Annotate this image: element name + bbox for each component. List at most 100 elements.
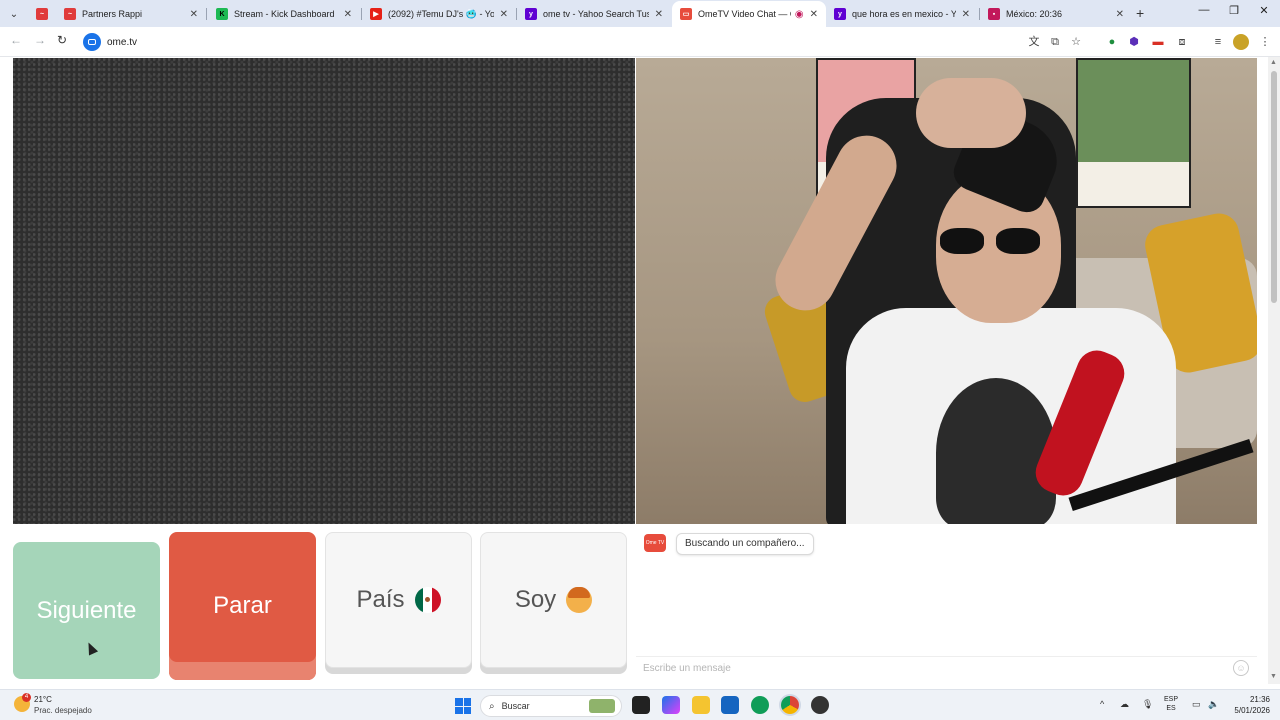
emoji-icon[interactable]: ☺: [1233, 660, 1249, 676]
scroll-up-icon[interactable]: ▲: [1270, 59, 1277, 66]
obs-icon[interactable]: [811, 696, 829, 714]
reload-icon[interactable]: ↻: [57, 33, 67, 47]
store-icon[interactable]: [721, 696, 739, 714]
tab-close-icon[interactable]: ✕: [344, 9, 352, 20]
tab-close-icon[interactable]: ✕: [810, 9, 818, 20]
tab-partners-rappi[interactable]: ~ Partners Rappi ✕: [56, 1, 206, 27]
bookmark-star-icon[interactable]: ☆: [1068, 34, 1084, 50]
poster-right: [1076, 58, 1191, 208]
browser-menu-icon[interactable]: ⋮: [1257, 34, 1273, 50]
show-hidden-icons-icon[interactable]: ^: [1100, 699, 1104, 709]
notification-badge: 4: [22, 693, 31, 702]
next-button[interactable]: Siguiente: [13, 542, 160, 679]
translate-icon[interactable]: 文: [1026, 34, 1042, 50]
tab-search-chevron-icon[interactable]: ⌄: [4, 4, 24, 24]
tab-close-icon[interactable]: ✕: [500, 9, 508, 20]
url-text: ome.tv: [107, 36, 138, 48]
rappi-icon: ~: [36, 8, 48, 20]
reading-list-icon[interactable]: ≡: [1210, 34, 1226, 50]
next-button-label: Siguiente: [36, 596, 137, 624]
country-button[interactable]: País: [325, 532, 472, 668]
weather-temperature[interactable]: 21°C: [34, 695, 52, 704]
windows-start-icon[interactable]: [455, 698, 471, 714]
onedrive-icon[interactable]: ☁: [1120, 699, 1129, 710]
extensions-puzzle-icon[interactable]: ⧈: [1174, 34, 1190, 50]
site-info-icon[interactable]: [83, 33, 101, 51]
ometv-icon: ▭: [680, 8, 692, 20]
tab-title: Partners Rappi: [82, 9, 143, 19]
recording-icon: ◉: [794, 8, 804, 20]
chat-panel: Ome TV Buscando un compañero... ☺: [636, 525, 1257, 682]
gender-button-label: Soy: [514, 586, 557, 613]
self-camera-video: [636, 58, 1257, 524]
tab-mexico-time[interactable]: ▪ México: 20:36 ✕: [980, 1, 1132, 27]
red-extension-icon[interactable]: ▬: [1150, 34, 1166, 50]
language-indicator[interactable]: ESP ES: [1164, 695, 1178, 713]
taskbar-search[interactable]: ⌕ Buscar: [480, 695, 622, 717]
person-hand: [916, 78, 1026, 148]
chrome-icon[interactable]: [781, 696, 799, 714]
minimize-icon[interactable]: —: [1190, 4, 1218, 16]
boy-face-icon: [566, 587, 593, 613]
page-scrollbar[interactable]: ▲ ▼: [1268, 57, 1280, 684]
profile-avatar[interactable]: [1233, 34, 1249, 50]
keyboard-layout: ES: [1166, 705, 1176, 712]
rappi-icon: ~: [64, 8, 76, 20]
scrollbar-thumb[interactable]: [1271, 71, 1277, 303]
browser-toolbar: ← → ↻ ome.tv 文 ⧉ ☆ ● ⬢ ▬ ⧈ ≡ ⋮: [0, 27, 1280, 57]
system-clock[interactable]: 21:36 5/01/2026: [1228, 694, 1270, 716]
new-tab-icon[interactable]: +: [1136, 5, 1144, 21]
stop-button-label: Parar: [213, 592, 272, 619]
address-bar[interactable]: ome.tv: [80, 30, 1092, 54]
search-highlight-icon: [589, 699, 615, 713]
chat-message-input[interactable]: [636, 656, 1257, 680]
file-explorer-icon[interactable]: [692, 696, 710, 714]
forward-icon[interactable]: →: [34, 33, 46, 47]
clock-time: 21:36: [1249, 695, 1270, 704]
stop-button[interactable]: Parar: [169, 532, 316, 680]
install-app-icon[interactable]: ⧉: [1047, 34, 1063, 50]
taskbar-search-label: Buscar: [501, 701, 530, 711]
chat-status-message: Buscando un compañero...: [676, 533, 814, 555]
kick-icon: K: [216, 8, 228, 20]
shield-extension-icon[interactable]: ⬢: [1126, 34, 1142, 50]
maximize-icon[interactable]: ❐: [1220, 4, 1248, 17]
network-icon[interactable]: ▭: [1192, 699, 1201, 710]
ometv-logo: Ome TV: [644, 534, 666, 552]
yahoo-icon: y: [525, 8, 537, 20]
tab-close-icon[interactable]: ✕: [1116, 9, 1124, 20]
tab-title: (2092) #Temu DJ's 🥶 - YouTu: [388, 8, 494, 19]
tab-ometv-active[interactable]: ▭ OmeTV Video Chat — On ◉ ✕: [672, 1, 826, 27]
tab-kick-dashboard[interactable]: K Stream - Kick Dashboard ✕: [208, 1, 360, 27]
yahoo-icon: y: [834, 8, 846, 20]
back-icon[interactable]: ←: [10, 33, 22, 47]
extension-icon[interactable]: ●: [1104, 34, 1120, 50]
tab-close-icon[interactable]: ✕: [190, 9, 198, 20]
weather-description[interactable]: Prac. despejado: [34, 706, 92, 715]
tab-close-icon[interactable]: ✕: [655, 9, 663, 20]
tab-close-icon[interactable]: ✕: [962, 9, 970, 20]
youtube-icon: ▶: [370, 8, 382, 20]
scroll-down-icon[interactable]: ▼: [1270, 673, 1277, 680]
microphone-icon[interactable]: 🎙: [1142, 699, 1153, 710]
tab-title: Stream - Kick Dashboard: [234, 9, 335, 19]
tab-title: OmeTV Video Chat — On: [698, 9, 791, 19]
tab-title: México: 20:36: [1006, 9, 1063, 19]
tab-pinned[interactable]: ~: [28, 1, 56, 27]
tab-title: ome tv - Yahoo Search Tus re: [543, 9, 649, 19]
volume-icon[interactable]: 🔈: [1208, 699, 1219, 710]
tab-youtube[interactable]: ▶ (2092) #Temu DJ's 🥶 - YouTu ✕: [362, 1, 516, 27]
tab-yahoo-ometv[interactable]: y ome tv - Yahoo Search Tus re ✕: [517, 1, 671, 27]
gender-button[interactable]: Soy: [480, 532, 627, 668]
tab-title: que hora es en mexico - Yaho: [852, 9, 956, 19]
edge-icon[interactable]: [751, 696, 769, 714]
tab-yahoo-hora[interactable]: y que hora es en mexico - Yaho ✕: [826, 1, 978, 27]
search-icon: ⌕: [489, 700, 495, 712]
copilot-icon[interactable]: [662, 696, 680, 714]
ometv-logo-text: Ome TV: [645, 539, 665, 546]
task-view-icon[interactable]: [632, 696, 650, 714]
tab-strip: ⌄ ~ ~ Partners Rappi ✕ K Stream - Kick D…: [0, 0, 1280, 27]
stranger-video-static: [13, 58, 635, 524]
close-window-icon[interactable]: ✕: [1250, 4, 1278, 17]
calendar-icon: ▪: [988, 8, 1000, 20]
